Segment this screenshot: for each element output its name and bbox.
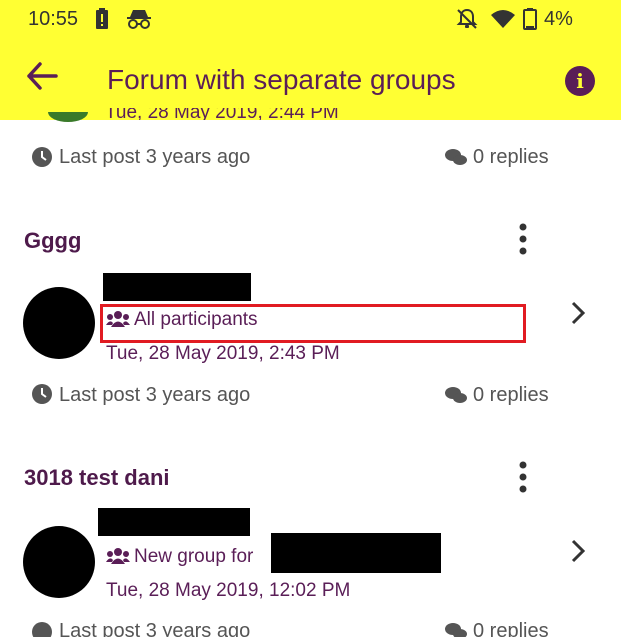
back-button[interactable] xyxy=(26,62,58,98)
incognito-icon xyxy=(127,9,151,34)
status-time: 10:55 xyxy=(28,8,79,30)
avatar xyxy=(23,287,95,359)
info-button[interactable]: i xyxy=(565,66,595,96)
wifi-icon xyxy=(490,9,516,34)
notifications-off-icon xyxy=(456,8,478,35)
battery-percent: 4% xyxy=(544,8,573,30)
avatar xyxy=(23,526,95,598)
last-post-text: Last post 3 years ago xyxy=(59,384,251,406)
replies-count: 0 replies xyxy=(473,620,549,637)
more-options-button[interactable] xyxy=(510,222,536,261)
users-icon xyxy=(106,547,130,570)
redacted-group-suffix xyxy=(271,533,441,573)
clock-icon xyxy=(31,146,53,173)
partial-date: Tue, 28 May 2019, 2:44 PM xyxy=(105,108,339,120)
more-options-button[interactable] xyxy=(510,460,536,499)
chevron-right-icon xyxy=(571,539,586,563)
open-discussion-button[interactable] xyxy=(570,301,586,332)
info-icon: i xyxy=(576,69,584,93)
replies-count: 0 replies xyxy=(473,146,549,168)
page-title: Forum with separate groups xyxy=(107,64,456,95)
users-icon xyxy=(106,310,130,333)
battery-icon xyxy=(523,8,537,35)
arrow-back-icon xyxy=(27,62,58,90)
battery-alert-icon xyxy=(95,8,109,35)
redacted-author xyxy=(103,273,251,301)
discussion-title: 3018 test dani xyxy=(24,465,170,490)
last-post-text: Last post 3 years ago xyxy=(59,146,251,168)
open-discussion-button[interactable] xyxy=(570,539,586,570)
replies-count: 0 replies xyxy=(473,384,549,406)
discussion-date: Tue, 28 May 2019, 12:02 PM xyxy=(106,580,351,601)
discussion-title: Gggg xyxy=(24,228,82,253)
chevron-right-icon xyxy=(571,301,586,325)
group-name: New group for xyxy=(134,546,254,567)
kebab-icon xyxy=(519,223,527,255)
last-post-text: Last post 3 years ago xyxy=(59,620,251,637)
redacted-author xyxy=(98,508,250,536)
comments-icon xyxy=(444,386,468,411)
comments-icon xyxy=(444,622,468,642)
comments-icon xyxy=(444,148,468,173)
discussion-date: Tue, 28 May 2019, 2:43 PM xyxy=(106,343,340,364)
group-name: All participants xyxy=(134,309,258,330)
clock-icon xyxy=(31,383,53,410)
clock-icon xyxy=(31,621,53,642)
avatar-partial xyxy=(48,112,88,124)
kebab-icon xyxy=(519,461,527,493)
